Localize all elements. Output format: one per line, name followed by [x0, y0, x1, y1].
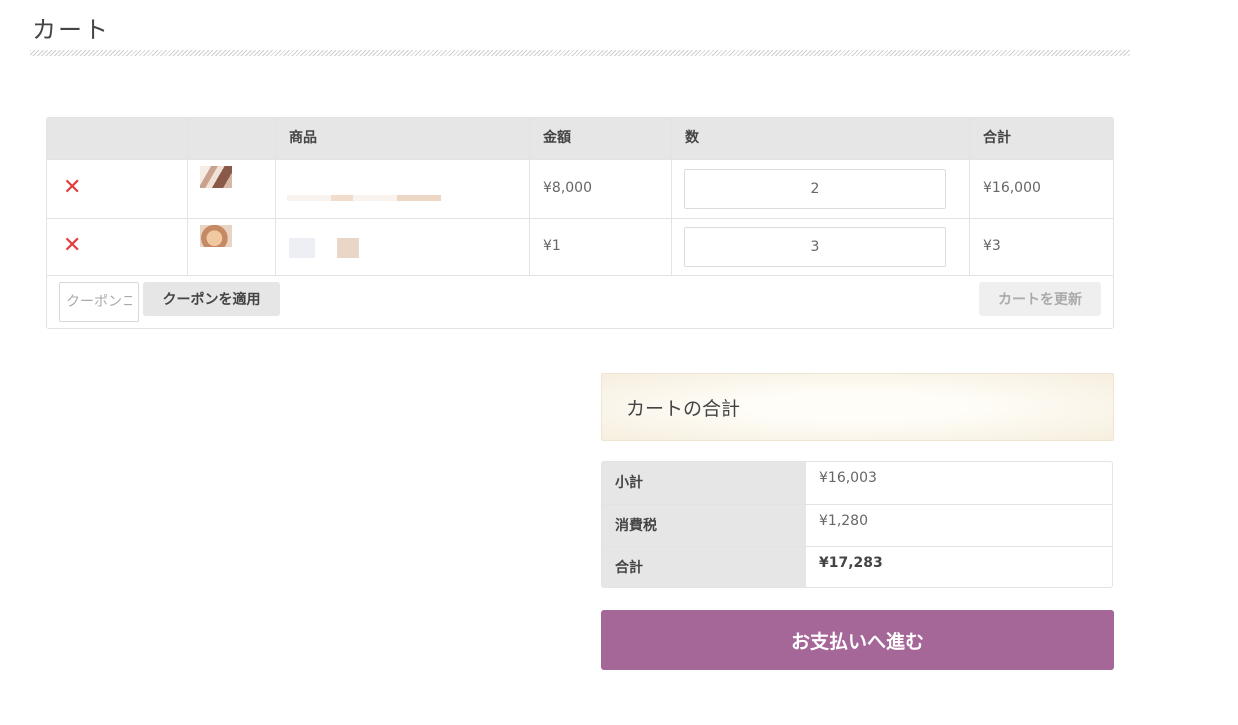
- totals-row-subtotal: 小計 ¥16,003: [602, 462, 1112, 504]
- header-price: 金額: [543, 130, 571, 146]
- cart-totals-title: カートの合計: [626, 398, 741, 420]
- coupon-code-input[interactable]: [59, 282, 139, 322]
- column-divider: [187, 118, 188, 275]
- remove-item-icon[interactable]: ✕: [63, 235, 81, 257]
- header-total: 合計: [983, 130, 1011, 146]
- quantity-input[interactable]: [684, 169, 946, 209]
- column-divider: [671, 118, 672, 275]
- totals-value: ¥17,283: [819, 555, 883, 571]
- product-thumbnail[interactable]: [200, 225, 232, 247]
- totals-row-total: 合計 ¥17,283: [602, 547, 1112, 587]
- product-thumbnail[interactable]: [200, 166, 232, 188]
- totals-label: 消費税: [602, 505, 806, 547]
- proceed-to-checkout-button[interactable]: お支払いへ進む: [601, 610, 1114, 670]
- quantity-input[interactable]: [684, 227, 946, 267]
- row-divider: [47, 159, 1113, 160]
- cart-table-header: 商品 金額 数 合計: [47, 118, 1113, 159]
- item-price: ¥1: [543, 238, 561, 254]
- cart-totals-table: 小計 ¥16,003 消費税 ¥1,280 合計 ¥17,283: [601, 461, 1113, 588]
- item-subtotal: ¥3: [983, 238, 1001, 254]
- totals-value: ¥1,280: [819, 513, 868, 529]
- row-divider: [47, 218, 1113, 219]
- totals-row-tax: 消費税 ¥1,280: [602, 505, 1112, 547]
- apply-coupon-button[interactable]: クーポンを適用: [143, 282, 280, 316]
- column-divider: [529, 118, 530, 275]
- column-divider: [969, 118, 970, 275]
- row-divider: [47, 275, 1113, 276]
- update-cart-button[interactable]: カートを更新: [979, 282, 1101, 316]
- cart-table: 商品 金額 数 合計 ✕ ¥8,000 ¥16,000 ✕ ¥1 ¥3: [46, 117, 1114, 329]
- totals-label: 合計: [602, 547, 806, 587]
- totals-value: ¥16,003: [819, 470, 877, 486]
- header-product: 商品: [289, 130, 317, 146]
- item-subtotal: ¥16,000: [983, 180, 1041, 196]
- item-price: ¥8,000: [543, 180, 592, 196]
- remove-item-icon[interactable]: ✕: [63, 177, 81, 199]
- totals-label: 小計: [602, 462, 806, 504]
- cart-totals-heading-box: カートの合計: [601, 373, 1114, 441]
- page-title: カート: [32, 16, 110, 44]
- title-divider: [30, 50, 1130, 56]
- header-quantity: 数: [685, 130, 699, 146]
- column-divider: [275, 118, 276, 275]
